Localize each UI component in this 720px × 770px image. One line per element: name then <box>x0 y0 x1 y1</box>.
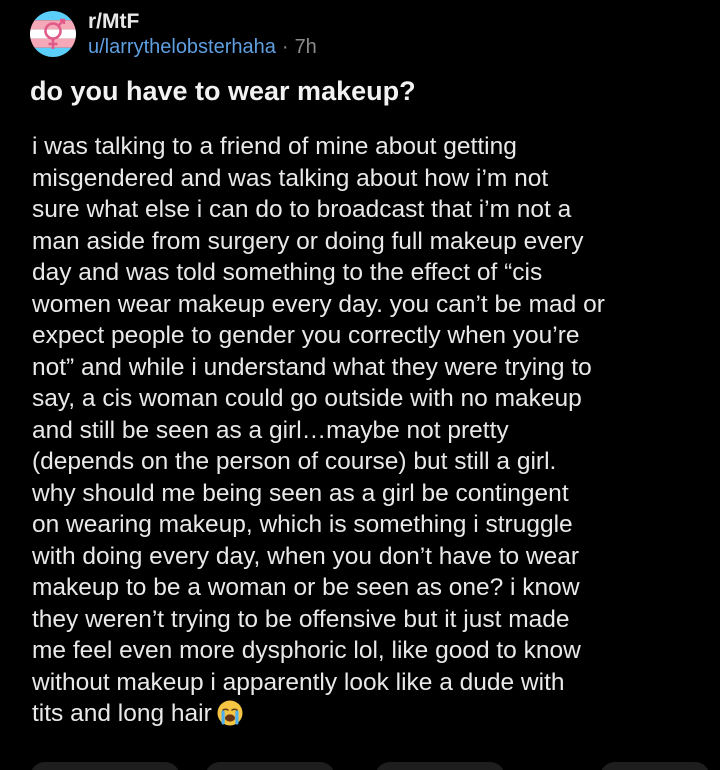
post-body-line-text: tits and long hair <box>32 700 212 727</box>
byline-separator: · <box>281 36 289 58</box>
post-body-line: and still be seen as a girl…maybe not pr… <box>32 416 509 444</box>
post-body-line: me feel even more dysphoric lol, like go… <box>32 637 581 664</box>
post: r/MtF u/larrythelobsterhaha · 7h do you … <box>0 0 720 770</box>
post-body-line: misgendered and was talking about how i’… <box>32 164 549 192</box>
byline: u/larrythelobsterhaha · 7h <box>88 35 317 59</box>
post-body-line: on wearing makeup, which is something i … <box>32 511 573 538</box>
subreddit-avatar[interactable] <box>30 11 76 57</box>
loudly-crying-face-icon <box>217 700 243 726</box>
post-body-last-line: tits and long hair <box>32 698 702 730</box>
author-username[interactable]: u/larrythelobsterhaha <box>88 35 276 59</box>
post-body-line: say, a cis woman could go outside with n… <box>32 385 582 412</box>
post-body-line: man aside from surgery or doing full mak… <box>32 227 584 255</box>
post-body-line: sure what else i can do to broadcast tha… <box>32 196 572 223</box>
award-button[interactable] <box>375 762 505 770</box>
comments-button[interactable] <box>205 762 335 770</box>
post-body-line: why should me being seen as a girl be co… <box>32 479 569 507</box>
post-body: i was talking to a friend of mine about … <box>32 131 702 730</box>
post-body-line: without makeup i apparently look like a … <box>32 668 565 696</box>
post-body-line: with doing every day, when you don’t hav… <box>32 542 580 570</box>
transgender-flag-symbol-icon <box>30 11 76 57</box>
vote-button[interactable] <box>30 762 180 770</box>
post-meta: r/MtF u/larrythelobsterhaha · 7h <box>88 9 317 59</box>
post-body-line: makeup to be a woman or be seen as one? … <box>32 574 580 601</box>
post-action-bar <box>0 762 720 770</box>
post-title[interactable]: do you have to wear makeup? <box>30 74 416 108</box>
post-age: 7h <box>294 36 317 58</box>
post-body-line: women wear makeup every day. you can’t b… <box>32 290 605 318</box>
post-header: r/MtF u/larrythelobsterhaha · 7h <box>30 5 317 63</box>
post-body-line: (depends on the person of course) but st… <box>32 448 557 475</box>
post-body-line: day and was told something to the effect… <box>32 259 543 286</box>
post-body-line: i was talking to a friend of mine about … <box>32 133 517 160</box>
post-body-line: not” and while i understand what they we… <box>32 353 592 381</box>
share-button[interactable] <box>600 762 710 770</box>
subreddit-name[interactable]: r/MtF <box>88 9 317 35</box>
post-body-line: expect people to gender you correctly wh… <box>32 322 580 349</box>
post-body-line: they weren’t trying to be offensive but … <box>32 605 570 633</box>
